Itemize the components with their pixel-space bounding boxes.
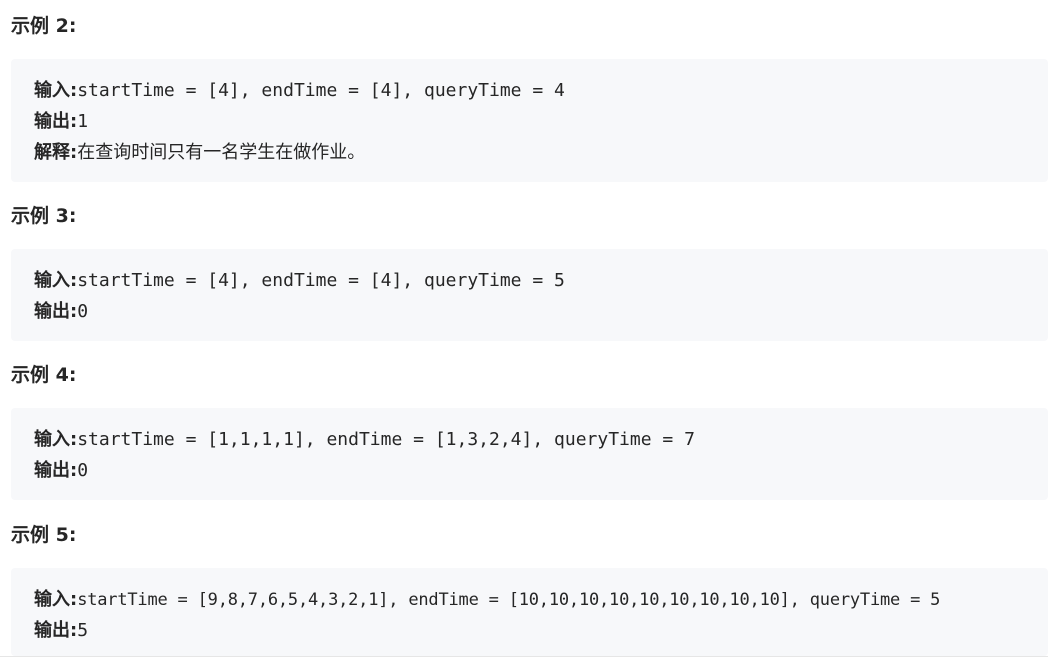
input-label: 输入:	[34, 589, 78, 610]
input-value: startTime = [1,1,1,1], endTime = [1,3,2,…	[77, 429, 695, 450]
input-label: 输入:	[34, 270, 78, 291]
example-4-output-line: 输出:0	[34, 455, 1048, 486]
explain-label: 解释:	[34, 142, 78, 163]
example-2-input-line: 输入:startTime = [4], endTime = [4], query…	[34, 75, 1048, 106]
example-5-code-block: 输入:startTime = [9,8,7,6,5,4,3,2,1], endT…	[11, 568, 1048, 656]
input-label: 输入:	[34, 80, 78, 101]
example-5-input-line: 输入:startTime = [9,8,7,6,5,4,3,2,1], endT…	[34, 584, 1048, 615]
example-5-heading: 示例 5:	[11, 524, 77, 546]
example-3-heading: 示例 3:	[11, 205, 77, 227]
input-label: 输入:	[34, 429, 78, 450]
input-value: startTime = [9,8,7,6,5,4,3,2,1], endTime…	[77, 590, 941, 610]
example-4-heading: 示例 4:	[11, 364, 77, 386]
output-value: 5	[77, 620, 89, 641]
output-value: 1	[77, 111, 89, 132]
input-value: startTime = [4], endTime = [4], queryTim…	[77, 270, 565, 291]
example-3-output-line: 输出:0	[34, 296, 1048, 327]
input-value: startTime = [4], endTime = [4], queryTim…	[77, 80, 565, 101]
output-label: 输出:	[34, 301, 78, 322]
example-4-input-line: 输入:startTime = [1,1,1,1], endTime = [1,3…	[34, 424, 1048, 455]
example-3-input-line: 输入:startTime = [4], endTime = [4], query…	[34, 265, 1048, 296]
example-2-explain-line: 解释:在查询时间只有一名学生在做作业。	[34, 137, 1048, 168]
explain-value: 在查询时间只有一名学生在做作业。	[77, 142, 366, 163]
example-2-heading: 示例 2:	[11, 15, 77, 37]
example-3-code-block: 输入:startTime = [4], endTime = [4], query…	[11, 249, 1048, 341]
output-value: 0	[77, 460, 89, 481]
bottom-divider	[0, 656, 1048, 657]
example-2-code-block: 输入:startTime = [4], endTime = [4], query…	[11, 59, 1048, 182]
output-label: 输出:	[34, 460, 78, 481]
example-4-code-block: 输入:startTime = [1,1,1,1], endTime = [1,3…	[11, 408, 1048, 500]
example-2-output-line: 输出:1	[34, 106, 1048, 137]
output-label: 输出:	[34, 111, 78, 132]
output-value: 0	[77, 301, 89, 322]
output-label: 输出:	[34, 620, 78, 641]
example-5-output-line: 输出:5	[34, 615, 1048, 646]
